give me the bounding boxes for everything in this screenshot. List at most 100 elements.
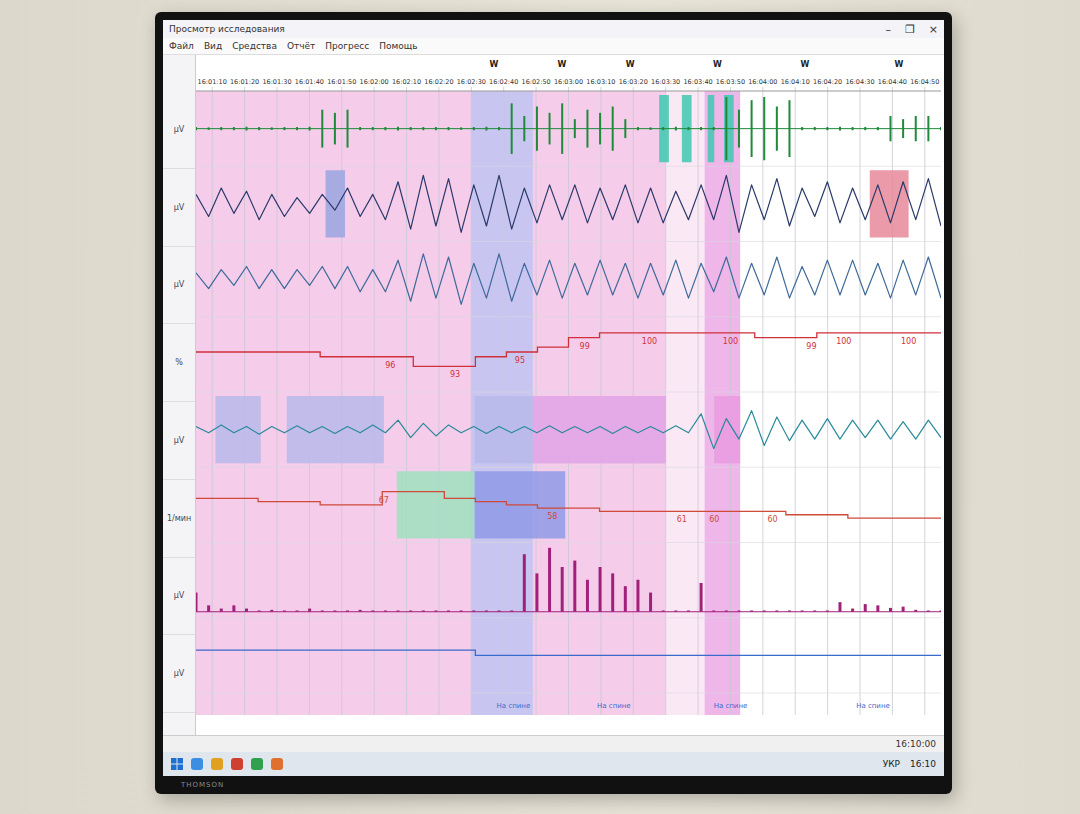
app-icon[interactable] [251,758,263,770]
value-label: 99 [580,342,590,351]
window-control[interactable]: – [885,23,891,36]
event-band [705,91,741,715]
signal-chart[interactable]: WWWWWW16:01:1016:01:2016:01:3016:01:4016… [196,55,941,715]
value-label: 100 [642,337,657,346]
time-tick: 16:02:50 [522,78,551,86]
channel-labels: µVµVµV%µV1/минµVµV [163,55,196,735]
event-mark [326,170,345,237]
time-tick: 16:01:30 [262,78,291,86]
event-mark [287,396,384,463]
time-tick: 16:03:10 [586,78,615,86]
brand-label: THOMSON [181,781,224,789]
status-time: 16:10:00 [896,739,936,749]
value-label: 100 [901,337,916,346]
position-label: На спине [597,702,631,710]
position-label: На спине [856,702,890,710]
menu-item[interactable]: Помощь [379,41,417,51]
value-label: 96 [385,361,395,370]
event-mark [870,170,909,237]
menu-bar: Файл Вид Средства Отчёт Прогресс Помощь [163,38,944,55]
value-label: 95 [515,356,525,365]
language-indicator[interactable]: УКР [883,759,900,769]
wall: Просмотр исследования – ❐ × Файл Вид Средства О… [0,0,1080,814]
value-label: 100 [836,337,851,346]
channel-label: µV [163,402,195,480]
channel-row: 96 93 95 99 100 100 99 100 100 [196,333,941,392]
time-tick: 16:03:30 [651,78,680,86]
chart-area: µVµVµV%µV1/минµVµVWWWWWW16:01:1016:01:20… [163,55,944,735]
value-label: 100 [723,337,738,346]
channel-label: µV [163,91,195,169]
wave-trace [196,254,941,305]
window-control[interactable]: × [929,23,938,36]
browser-icon[interactable] [231,758,243,770]
time-tick: 16:04:00 [748,78,777,86]
screen: Просмотр исследования – ❐ × Файл Вид Средства О… [163,20,944,776]
time-tick: 16:04:30 [845,78,874,86]
wave-trace [196,411,941,449]
taskbar: УКР 16:10 [163,752,944,776]
channel-row [196,170,941,241]
clock[interactable]: 16:10 [910,759,936,769]
position-label: На спине [714,702,748,710]
time-tick: 16:04:40 [878,78,907,86]
taskbar-apps [171,758,283,770]
folder-icon[interactable] [211,758,223,770]
time-tick: 16:03:20 [619,78,648,86]
time-tick: 16:04:50 [910,78,939,86]
channel-row [196,254,941,317]
stage-marker: W [490,60,499,69]
time-tick: 16:04:20 [813,78,842,86]
level-trace: 96 93 95 99 100 100 99 100 100 [196,333,941,380]
event-mark [475,396,666,463]
time-tick: 16:03:40 [683,78,712,86]
channel-label: µV [163,635,195,713]
channel-row: 6758616060 [196,471,941,542]
level-trace: 6758616060 [196,492,941,525]
windows-icon[interactable] [171,758,183,770]
time-tick: 16:02:00 [360,78,389,86]
title-bar: Просмотр исследования – ❐ × [163,20,944,38]
event-band [196,91,666,715]
time-tick: 16:01:20 [230,78,259,86]
level-trace [196,650,941,655]
value-label: 61 [677,515,687,524]
event-mark [714,396,740,463]
menu-item[interactable]: Средства [232,41,277,51]
window-title: Просмотр исследования [169,24,285,34]
time-tick: 16:02:20 [424,78,453,86]
menu-item[interactable]: Отчёт [287,41,315,51]
monitor: Просмотр исследования – ❐ × Файл Вид Средства О… [155,12,952,794]
time-tick: 16:02:30 [457,78,486,86]
snore-trace [196,97,941,160]
channel-row [196,95,941,166]
bezel: THOMSON [163,776,944,794]
system-tray: УКР 16:10 [883,759,936,769]
menu-item[interactable]: Вид [204,41,222,51]
app-icon[interactable] [271,758,283,770]
wave-trace [196,175,941,232]
event-mark [215,396,260,463]
channel-row [196,548,941,618]
time-tick: 16:01:50 [327,78,356,86]
value-label: 67 [379,496,389,505]
value-label: 99 [806,342,816,351]
event-mark [397,471,475,538]
channel-row [196,650,941,693]
channel-label: 1/мин [163,480,195,558]
value-label: 93 [450,370,460,379]
channel-row [196,396,941,467]
menu-item[interactable]: Файл [169,41,194,51]
stage-marker: W [558,60,567,69]
value-label: 60 [767,515,777,524]
time-tick: 16:03:50 [716,78,745,86]
window-control[interactable]: ❐ [905,23,915,36]
stage-marker: W [894,60,903,69]
value-label: 58 [547,512,557,521]
channel-label: µV [163,558,195,636]
position-label: На спине [497,702,531,710]
window-controls: – ❐ × [885,23,938,36]
explorer-icon[interactable] [191,758,203,770]
menu-item[interactable]: Прогресс [325,41,369,51]
time-tick: 16:02:10 [392,78,421,86]
